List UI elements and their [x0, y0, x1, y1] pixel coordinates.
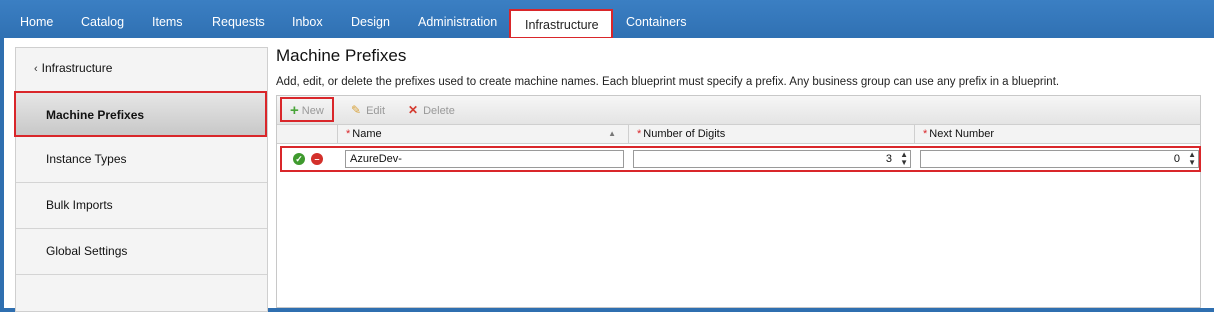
chevron-left-icon: ‹ [34, 63, 38, 75]
column-label: Next Number [929, 128, 995, 140]
sidebar-item-instance-types[interactable]: Instance Types [16, 137, 267, 183]
top-nav: Home Catalog Items Requests Inbox Design… [0, 0, 1214, 40]
new-button-label: New [301, 105, 324, 117]
plus-icon: + [290, 102, 299, 119]
new-button[interactable]: + New [280, 97, 334, 122]
edit-button-label: Edit [366, 105, 386, 117]
next-number-stepper[interactable]: 0 ▲ ▼ [920, 150, 1199, 168]
pencil-icon: ✎ [351, 103, 362, 117]
tab-administration[interactable]: Administration [418, 0, 497, 40]
required-marker: * [346, 128, 351, 140]
column-header-name[interactable]: * Name ▲ [337, 125, 624, 143]
sidebar-back-link[interactable]: ‹ Infrastructure [16, 48, 267, 94]
tab-containers[interactable]: Containers [626, 0, 686, 40]
tab-inbox[interactable]: Inbox [292, 0, 323, 40]
page-description: Add, edit, or delete the prefixes used t… [276, 76, 1060, 88]
name-input[interactable]: AzureDev- [345, 150, 624, 168]
x-icon: ✕ [408, 103, 419, 117]
cancel-icon[interactable]: – [311, 153, 323, 165]
column-label: Number of Digits [643, 128, 726, 140]
prefix-grid: + New ✎ Edit ✕ Delete * Name ▲ * Number of Di… [276, 95, 1201, 308]
grid-toolbar: + New ✎ Edit ✕ Delete [277, 96, 1200, 125]
required-marker: * [923, 128, 928, 140]
digits-stepper[interactable]: 3 ▲ ▼ [633, 150, 911, 168]
sort-asc-icon: ▲ [608, 129, 616, 138]
column-header-next-number[interactable]: * Next Number [914, 125, 1200, 143]
tab-design[interactable]: Design [351, 0, 390, 40]
sidebar: ‹ Infrastructure Machine Prefixes Instanc… [14, 47, 268, 312]
spinner-icon[interactable]: ▲ ▼ [900, 151, 908, 167]
digits-value: 3 [885, 153, 892, 165]
checkmark-icon[interactable]: ✓ [293, 153, 305, 165]
page-title: Machine Prefixes [276, 46, 407, 65]
sidebar-back-label: Infrastructure [41, 61, 113, 75]
tab-infrastructure[interactable]: Infrastructure [509, 9, 613, 39]
required-marker: * [637, 128, 642, 140]
grid-header: * Name ▲ * Number of Digits * Next Number [277, 125, 1200, 144]
delete-button[interactable]: ✕ Delete [408, 100, 455, 120]
tab-items[interactable]: Items [152, 0, 183, 40]
column-header-digits[interactable]: * Number of Digits [628, 125, 911, 143]
tab-requests[interactable]: Requests [212, 0, 265, 40]
edit-button[interactable]: ✎ Edit [351, 100, 385, 120]
spinner-icon[interactable]: ▲ ▼ [1188, 151, 1196, 167]
column-label: Name [352, 128, 382, 140]
table-row-editing: ✓ – AzureDev- 3 ▲ ▼ 0 ▲ ▼ [280, 146, 1201, 172]
sidebar-item-global-settings[interactable]: Global Settings [16, 229, 267, 275]
content-area: ‹ Infrastructure Machine Prefixes Instanc… [4, 38, 1214, 312]
sidebar-item-machine-prefixes[interactable]: Machine Prefixes [14, 91, 267, 137]
tab-home[interactable]: Home [20, 0, 53, 40]
sidebar-item-bulk-imports[interactable]: Bulk Imports [16, 183, 267, 229]
delete-button-label: Delete [423, 105, 455, 117]
next-number-value: 0 [1173, 153, 1180, 165]
tab-catalog[interactable]: Catalog [81, 0, 124, 40]
